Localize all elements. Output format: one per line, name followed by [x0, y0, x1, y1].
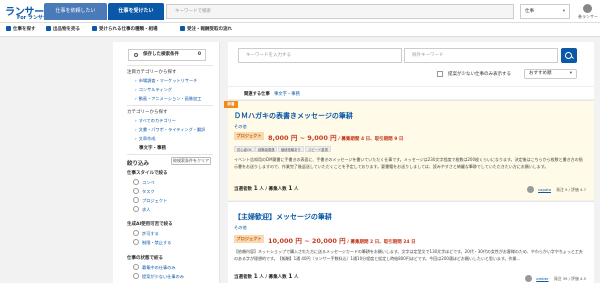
- search-panel: キーワードを入力する 除外キーワード 提案が少ない仕事のみ表示する おすすめ順 ▾: [228, 42, 594, 86]
- subnav-sell-products[interactable]: 出品物を売る: [46, 26, 80, 32]
- search-scope-value: 仕事: [525, 9, 534, 14]
- tab-receive-work[interactable]: 仕事を受けたい: [108, 3, 164, 20]
- all-categories-link[interactable]: すべてのカテゴリー: [135, 118, 176, 124]
- client-info: amber 発注 39 / 評価 4.5: [525, 275, 586, 282]
- sidebar: 保存した検索条件 0 注目カテゴリーから探す 市場調査・マーケットリサーチ コン…: [113, 42, 220, 283]
- narrow-heading: 絞り込み: [127, 161, 150, 167]
- divider: [127, 105, 213, 106]
- subnav-find-work[interactable]: 仕事を探す: [6, 26, 36, 32]
- user-name[interactable]: 巻ランサー: [578, 14, 598, 20]
- search-button[interactable]: [561, 48, 577, 63]
- client-name[interactable]: amber: [536, 276, 548, 281]
- exclude-keyword-input[interactable]: 除外キーワード: [404, 48, 558, 63]
- related-label: 関連する仕事: [244, 92, 270, 97]
- job-type-badge: プロジェクト: [234, 132, 264, 140]
- header-search-input[interactable]: キーワードで検索: [166, 4, 514, 19]
- job-title[interactable]: 【主婦歓迎】メッセージの筆耕: [234, 212, 332, 222]
- ai-option[interactable]: 制限・禁止する: [133, 239, 171, 246]
- job-tag: 経験者優遇: [255, 146, 278, 152]
- heart-icon: [134, 53, 138, 57]
- format-option[interactable]: 求人: [133, 206, 150, 213]
- job-description: イベント告知用のDM葉書に手書きの表面に、手書きのメッセージを書いていただく仕事…: [234, 157, 583, 169]
- format-option[interactable]: プロジェクト: [133, 197, 167, 204]
- divider: [127, 65, 213, 66]
- featured-category-heading: 注目カテゴリーから探す: [127, 70, 177, 75]
- category-link[interactable]: 市場調査・マーケットリサーチ: [135, 78, 198, 84]
- category-link[interactable]: 文書・パワポ・ライティング・翻訳: [135, 127, 206, 133]
- state-option[interactable]: 募集中の仕事のみ: [133, 264, 176, 271]
- format-option[interactable]: コンペ: [133, 179, 155, 186]
- client-meta: 発注 9 / 評価 4.7: [556, 187, 586, 192]
- chevron-down-icon: ▾: [569, 71, 572, 76]
- job-stats: 当選者数 1 人 / 募集人数 1 人: [234, 273, 299, 280]
- format-option[interactable]: タスク: [133, 188, 155, 195]
- search-scope-select[interactable]: 仕事 ▾: [520, 4, 570, 19]
- job-price: 8,000 円 ~ 9,000 円 / 募集期間 4 日、取引期間 9 日: [268, 134, 404, 142]
- selected-category: 事文字・事務: [139, 146, 166, 151]
- list-icon: [92, 26, 97, 31]
- sort-select[interactable]: おすすめ順 ▾: [524, 69, 577, 79]
- ai-filter-heading: 生成AI使用可否で絞る: [127, 222, 173, 227]
- related-jobs-bar: 関連する仕事 事文字・事務: [228, 86, 594, 99]
- category-link[interactable]: 動画・アニメーション・画像加工: [135, 96, 202, 102]
- client-avatar[interactable]: [526, 186, 534, 193]
- job-price: 10,000 円 ~ 20,000 円 / 募集期間 2 日、取引期間 24 日: [268, 237, 416, 245]
- user-avatar[interactable]: [583, 4, 592, 13]
- subnav-order-flow[interactable]: 受注・報酬受取の流れ: [180, 26, 232, 32]
- format-filter-heading: 仕事スタイルで絞る: [127, 171, 168, 176]
- clear-filters-button[interactable]: 絞検索条件をクリア: [171, 157, 211, 165]
- client-info: capoto 発注 9 / 評価 4.7: [526, 186, 586, 193]
- job-stats: 当選者数 1 人 / 募集人数 1 人: [234, 185, 299, 192]
- job-category[interactable]: その他: [234, 124, 247, 130]
- new-badge: 新着: [224, 101, 238, 108]
- divider: [127, 154, 213, 155]
- state-filter-heading: 仕事の状態で絞る: [127, 256, 163, 261]
- saved-searches-button[interactable]: 保存した検索条件 0: [128, 49, 206, 61]
- category-link[interactable]: コンサルティング: [135, 87, 172, 93]
- job-category[interactable]: その他: [234, 225, 247, 231]
- job-card: 新着 ＤＭハガキの表書きメッセージの筆耕 その他 プロジェクト 8,000 円 …: [224, 100, 594, 200]
- related-link[interactable]: 事文字・事務: [274, 91, 300, 97]
- job-description: 【依頼内容】ネットショップで購入された方に送るメッセージカードの筆耕をお願いしま…: [234, 249, 583, 261]
- job-card: 【主婦歓迎】メッセージの筆耕 その他 プロジェクト 10,000 円 ~ 20,…: [228, 201, 594, 283]
- sort-value: おすすめ順: [529, 71, 552, 76]
- search-icon: [6, 26, 11, 31]
- few-proposals-checkbox[interactable]: [437, 71, 443, 77]
- header-bar: ランサーズ For ランサー 仕事を依頼したい 仕事を受けたい キーワードで検索…: [0, 0, 600, 23]
- category-link[interactable]: 文章作成: [135, 136, 156, 142]
- category-heading: カテゴリーから探す: [127, 110, 168, 115]
- job-tag: 継続依頼あり: [278, 146, 304, 152]
- job-tag: スピード重視: [305, 146, 331, 152]
- client-name[interactable]: capoto: [538, 187, 551, 192]
- ai-option[interactable]: 許可する: [133, 230, 159, 237]
- subnav-job-types[interactable]: 受けられる仕事の種類・相場: [92, 26, 158, 32]
- shop-icon: [46, 26, 51, 31]
- chevron-down-icon: ▾: [562, 9, 565, 14]
- job-tag: 初心者OK: [234, 146, 255, 152]
- job-type-badge: プロジェクト: [234, 235, 264, 243]
- flow-icon: [180, 26, 185, 31]
- tab-request-work[interactable]: 仕事を依頼したい: [44, 3, 107, 20]
- sub-navigation: 仕事を探す 出品物を売る 受けられる仕事の種類・相場 受注・報酬受取の流れ: [0, 23, 600, 37]
- client-avatar[interactable]: [525, 275, 533, 282]
- job-title[interactable]: ＤＭハガキの表書きメッセージの筆耕: [234, 111, 353, 121]
- client-meta: 発注 39 / 評価 4.5: [553, 276, 586, 281]
- main-content: キーワードを入力する 除外キーワード 提案が少ない仕事のみ表示する おすすめ順 ▾…: [224, 42, 594, 283]
- few-proposals-label: 提案が少ない仕事のみ表示する: [448, 72, 511, 77]
- keyword-input[interactable]: キーワードを入力する: [238, 48, 402, 63]
- saved-count: 0: [197, 52, 201, 57]
- state-option[interactable]: 提案が少ない仕事のみ: [133, 273, 184, 280]
